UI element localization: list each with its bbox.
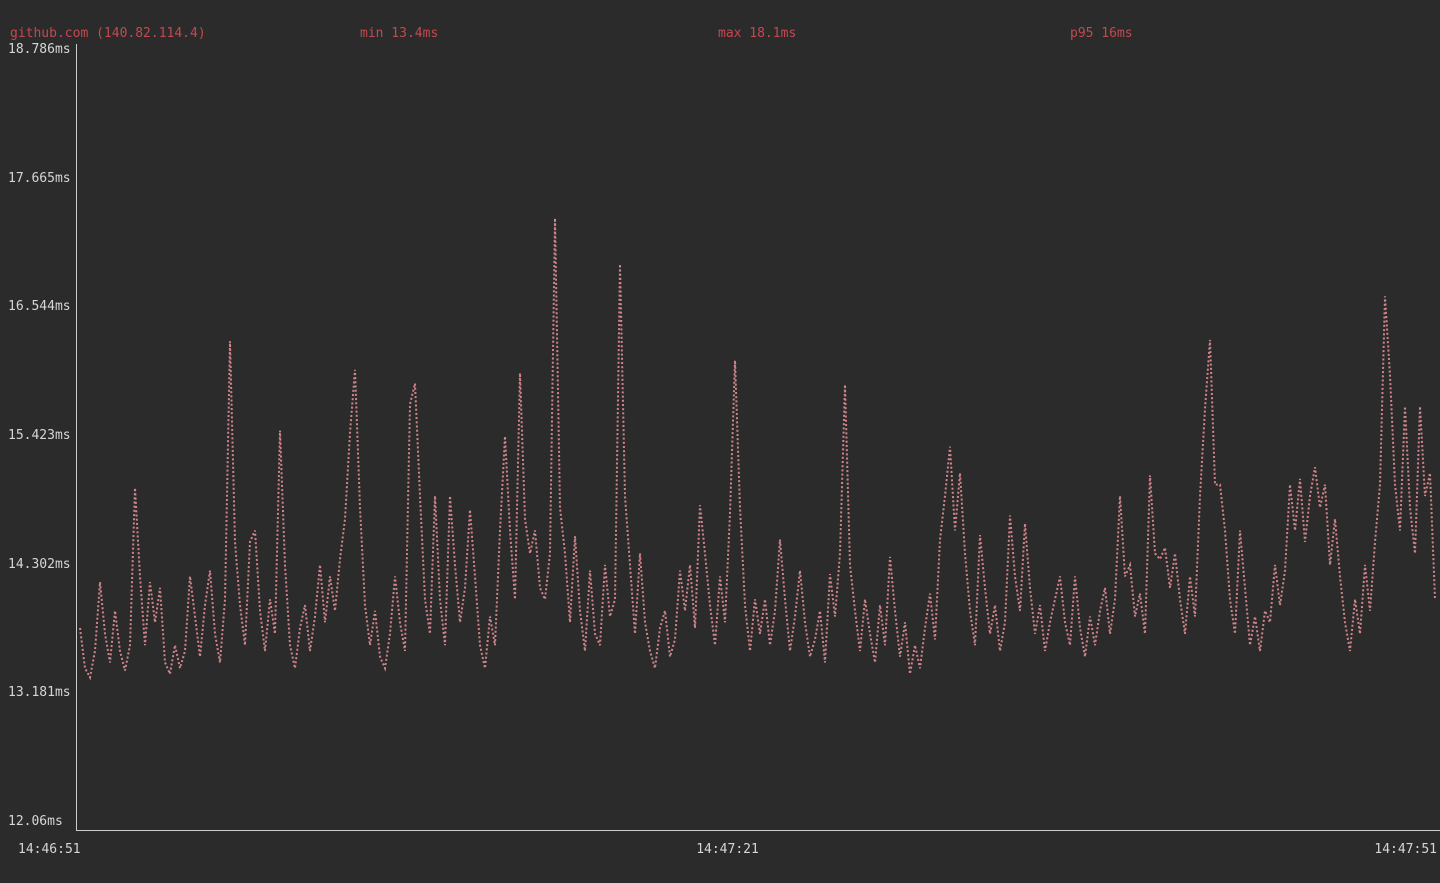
y-axis-tick-label: 17.665ms [8, 171, 71, 187]
x-axis-tick-label: 14:47:21 [696, 842, 759, 858]
y-axis-tick-label: 14.302ms [8, 557, 71, 573]
y-axis-tick-label: 12.06ms [8, 814, 63, 830]
y-axis-tick-label: 13.181ms [8, 685, 71, 701]
y-axis-tick-label: 15.423ms [8, 428, 71, 444]
ping-latency-chart [0, 0, 1440, 883]
x-axis-tick-label: 14:46:51 [18, 842, 81, 858]
y-axis-tick-label: 16.544ms [8, 299, 71, 315]
x-axis-tick-label: 14:47:51 [1374, 842, 1437, 858]
y-axis-tick-label: 18.786ms [8, 42, 71, 58]
x-axis-ticks: 14:46:51 14:47:21 14:47:51 [18, 842, 1437, 858]
ping-series-path [80, 218, 1435, 677]
gping-terminal-graph: github.com (140.82.114.4) min 13.4ms max… [0, 0, 1440, 883]
x-axis-line [76, 830, 1440, 831]
y-axis-line [76, 44, 77, 831]
